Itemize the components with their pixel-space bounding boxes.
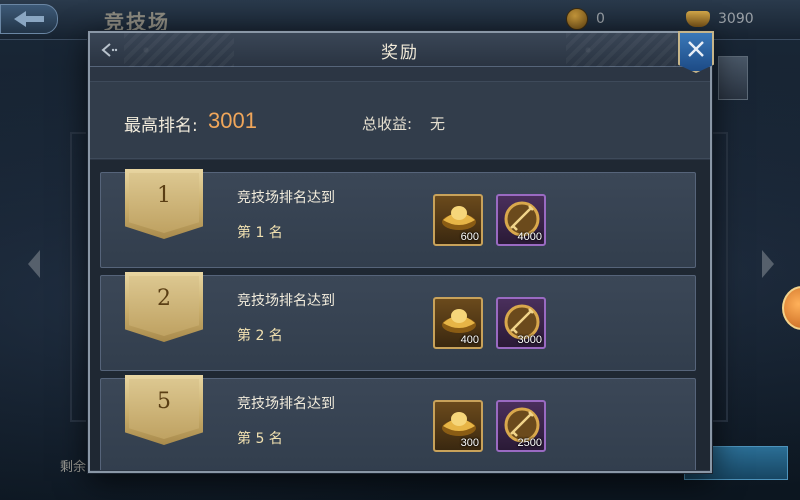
sword-medal-item[interactable]: 3000 [496, 297, 546, 349]
item-quantity: 3000 [517, 334, 542, 346]
gold-ingot-icon [442, 206, 476, 230]
dialog-header: 奖励 [90, 33, 710, 67]
reward-rank-text: 第 5 名 [237, 431, 283, 447]
best-rank-label: 最高排名: [124, 116, 198, 136]
gold-value: 3090 [718, 11, 754, 27]
sword-medal-item[interactable]: 4000 [496, 194, 546, 246]
dialog-title: 奖励 [381, 43, 419, 63]
rank-badge: 5 [125, 375, 203, 445]
gold-ingot-item[interactable]: 300 [433, 400, 483, 452]
coin-counter: 0 [566, 8, 605, 30]
reward-condition: 竞技场排名达到 [237, 190, 335, 206]
reward-condition: 竞技场排名达到 [237, 396, 335, 412]
gold-ingot-item[interactable]: 600 [433, 194, 483, 246]
reward-rank-text: 第 2 名 [237, 328, 283, 344]
reward-row: 5 竞技场排名达到 第 5 名 300 2500 [100, 375, 696, 470]
rank-number: 2 [157, 286, 171, 311]
background-decoration [718, 56, 748, 100]
total-income-label: 总收益: [362, 115, 413, 133]
background-remaining-label: 剩余 [60, 460, 87, 475]
gold-ingot-icon [686, 11, 710, 27]
close-button[interactable] [678, 31, 714, 73]
rank-badge: 1 [125, 169, 203, 239]
close-icon [688, 41, 704, 57]
gold-ingot-icon [442, 309, 476, 333]
reward-row: 1 竞技场排名达到 第 1 名 600 4000 [100, 169, 696, 268]
item-quantity: 400 [460, 334, 479, 346]
item-quantity: 600 [460, 231, 479, 243]
reward-rank-text: 第 1 名 [237, 225, 283, 241]
reward-list[interactable]: 1 竞技场排名达到 第 1 名 600 4000 2 竞技场排名达到 第 2 名… [90, 160, 710, 470]
item-quantity: 300 [460, 437, 479, 449]
chevron-left-icon[interactable] [28, 250, 40, 278]
coin-icon [566, 8, 588, 30]
reward-row: 2 竞技场排名达到 第 2 名 400 3000 [100, 272, 696, 371]
reward-condition: 竞技场排名达到 [237, 293, 335, 309]
sword-medal-item[interactable]: 2500 [496, 400, 546, 452]
coin-value: 0 [596, 11, 605, 27]
rank-badge: 2 [125, 272, 203, 342]
best-rank-value: 3001 [208, 108, 257, 133]
item-quantity: 2500 [517, 437, 542, 449]
gold-counter: 3090 [686, 8, 754, 30]
rank-number: 1 [157, 183, 171, 208]
rank-summary: 最高排名: 3001 总收益: 无 [90, 81, 710, 159]
background-panel-frame-left [70, 132, 86, 422]
rewards-dialog: 奖励 最高排名: 3001 总收益: 无 1 竞技场排名达到 第 1 名 600… [88, 31, 714, 473]
back-arrow-icon [14, 11, 44, 27]
item-quantity: 4000 [517, 231, 542, 243]
gold-ingot-item[interactable]: 400 [433, 297, 483, 349]
rank-number: 5 [157, 389, 171, 414]
chevron-right-icon[interactable] [762, 250, 774, 278]
gold-ingot-icon [442, 412, 476, 436]
total-income-value: 无 [430, 115, 446, 133]
background-panel-frame-right [712, 132, 728, 422]
background-back-button[interactable] [0, 4, 58, 34]
